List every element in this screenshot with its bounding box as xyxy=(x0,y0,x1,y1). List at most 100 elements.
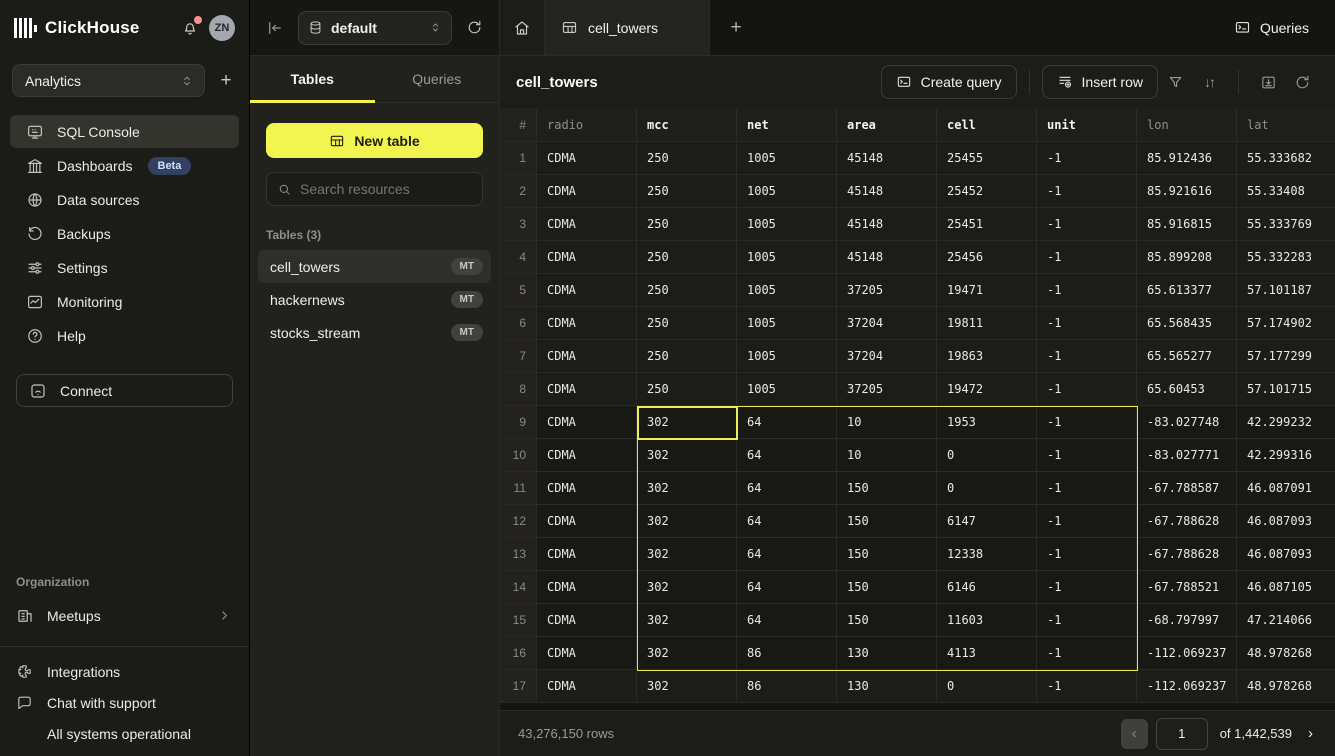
grid-cell[interactable]: 42.299316 xyxy=(1237,439,1335,472)
grid-cell[interactable]: CDMA xyxy=(537,670,637,703)
search-input[interactable] xyxy=(300,181,481,197)
prev-page-button[interactable]: ‹ xyxy=(1121,719,1148,749)
refresh-data-button[interactable] xyxy=(1285,65,1319,99)
grid-cell[interactable]: 65.568435 xyxy=(1137,307,1237,340)
grid-cell[interactable]: -1 xyxy=(1037,472,1137,505)
table-list-item[interactable]: hackernews MT xyxy=(258,283,491,316)
grid-cell[interactable]: 0 xyxy=(937,472,1037,505)
grid-cell[interactable]: 19811 xyxy=(937,307,1037,340)
grid-cell[interactable]: 250 xyxy=(637,274,737,307)
explorer-tab[interactable]: Queries xyxy=(375,56,500,102)
grid-cell[interactable]: 46.087091 xyxy=(1237,472,1335,505)
grid-cell[interactable]: 0 xyxy=(937,439,1037,472)
column-header-lat[interactable]: lat xyxy=(1237,108,1335,142)
grid-cell[interactable]: CDMA xyxy=(537,604,637,637)
grid-cell[interactable]: 1953 xyxy=(937,406,1037,439)
connect-button[interactable]: Connect xyxy=(16,374,233,407)
grid-cell[interactable]: 130 xyxy=(837,670,937,703)
grid-cell[interactable]: CDMA xyxy=(537,505,637,538)
sidebar-item-meetups[interactable]: Meetups xyxy=(10,599,239,632)
sidebar-nav-item[interactable]: Help xyxy=(10,319,239,352)
sort-button[interactable]: ↓↑ xyxy=(1192,65,1226,99)
grid-cell[interactable]: 150 xyxy=(837,571,937,604)
grid-cell[interactable]: 302 xyxy=(637,670,737,703)
grid-cell[interactable]: 37205 xyxy=(837,373,937,406)
column-header-num[interactable]: # xyxy=(500,108,537,142)
notifications-button[interactable] xyxy=(181,19,199,37)
grid-cell[interactable]: 55.332283 xyxy=(1237,241,1335,274)
grid-cell[interactable]: 1005 xyxy=(737,340,837,373)
grid-cell[interactable]: 86 xyxy=(737,670,837,703)
refresh-tables-button[interactable] xyxy=(466,19,483,36)
new-table-button[interactable]: New table xyxy=(266,123,483,158)
grid-cell[interactable]: 37204 xyxy=(837,307,937,340)
grid-cell[interactable]: 1005 xyxy=(737,142,837,175)
column-header-lon[interactable]: lon xyxy=(1137,108,1237,142)
sidebar-nav-item[interactable]: Monitoring xyxy=(10,285,239,318)
grid-cell[interactable]: 57.174902 xyxy=(1237,307,1335,340)
sidebar-nav-item[interactable]: Settings xyxy=(10,251,239,284)
new-tab-button[interactable]: + xyxy=(710,0,762,55)
sidebar-bottom-item[interactable]: Integrations xyxy=(16,663,233,680)
grid-cell[interactable]: 45148 xyxy=(837,175,937,208)
table-list-item[interactable]: cell_towers MT xyxy=(258,250,491,283)
row-number[interactable]: 17 xyxy=(500,670,537,703)
grid-cell[interactable]: 302 xyxy=(637,505,737,538)
next-page-button[interactable]: › xyxy=(1304,725,1317,742)
grid-cell[interactable]: 64 xyxy=(737,406,837,439)
column-header-net[interactable]: net xyxy=(737,108,837,142)
grid-cell[interactable]: 19863 xyxy=(937,340,1037,373)
grid-cell[interactable]: 150 xyxy=(837,505,937,538)
grid-cell[interactable]: 25455 xyxy=(937,142,1037,175)
row-number[interactable]: 4 xyxy=(500,241,537,274)
grid-cell[interactable]: -1 xyxy=(1037,373,1137,406)
grid-cell[interactable]: 37204 xyxy=(837,340,937,373)
grid-cell[interactable]: 25452 xyxy=(937,175,1037,208)
grid-cell[interactable]: CDMA xyxy=(537,340,637,373)
grid-cell[interactable]: -1 xyxy=(1037,670,1137,703)
sidebar-nav-item[interactable]: Dashboards Beta xyxy=(10,149,239,182)
grid-cell[interactable]: -1 xyxy=(1037,538,1137,571)
grid-cell[interactable]: -112.069237 xyxy=(1137,637,1237,670)
grid-cell[interactable]: 250 xyxy=(637,340,737,373)
sidebar-nav-item[interactable]: Backups xyxy=(10,217,239,250)
column-header-cell[interactable]: cell xyxy=(937,108,1037,142)
grid-cell[interactable]: 250 xyxy=(637,241,737,274)
grid-cell[interactable]: 65.60453 xyxy=(1137,373,1237,406)
grid-cell[interactable]: CDMA xyxy=(537,307,637,340)
grid-cell[interactable]: CDMA xyxy=(537,208,637,241)
database-select[interactable]: default xyxy=(298,11,452,45)
grid-cell[interactable]: -1 xyxy=(1037,340,1137,373)
grid-cell[interactable]: 45148 xyxy=(837,142,937,175)
grid-cell[interactable]: -83.027771 xyxy=(1137,439,1237,472)
grid-cell[interactable]: -1 xyxy=(1037,175,1137,208)
grid-cell[interactable]: CDMA xyxy=(537,406,637,439)
grid-cell[interactable]: -1 xyxy=(1037,307,1137,340)
grid-cell[interactable]: 46.087093 xyxy=(1237,538,1335,571)
grid-cell[interactable]: 19471 xyxy=(937,274,1037,307)
grid-cell[interactable]: 130 xyxy=(837,637,937,670)
grid-cell[interactable]: 10 xyxy=(837,439,937,472)
column-header-radio[interactable]: radio xyxy=(537,108,637,142)
download-button[interactable] xyxy=(1251,65,1285,99)
grid-cell[interactable]: 6146 xyxy=(937,571,1037,604)
row-number[interactable]: 2 xyxy=(500,175,537,208)
grid-cell[interactable]: 46.087093 xyxy=(1237,505,1335,538)
row-number[interactable]: 15 xyxy=(500,604,537,637)
grid-cell[interactable]: 64 xyxy=(737,538,837,571)
grid-cell[interactable]: -67.788628 xyxy=(1137,538,1237,571)
grid-cell[interactable]: -1 xyxy=(1037,241,1137,274)
grid-cell[interactable]: 302 xyxy=(637,538,737,571)
grid-cell[interactable]: 12338 xyxy=(937,538,1037,571)
grid-cell[interactable]: 64 xyxy=(737,505,837,538)
grid-cell[interactable]: 302 xyxy=(637,637,737,670)
grid-cell[interactable]: 64 xyxy=(737,604,837,637)
grid-cell[interactable]: 150 xyxy=(837,472,937,505)
row-number[interactable]: 9 xyxy=(500,406,537,439)
grid-cell[interactable]: 25456 xyxy=(937,241,1037,274)
grid-cell[interactable]: 302 xyxy=(637,571,737,604)
grid-cell[interactable]: 302 xyxy=(637,439,737,472)
grid-cell[interactable]: 85.916815 xyxy=(1137,208,1237,241)
grid-cell[interactable]: 250 xyxy=(637,307,737,340)
row-number[interactable]: 11 xyxy=(500,472,537,505)
